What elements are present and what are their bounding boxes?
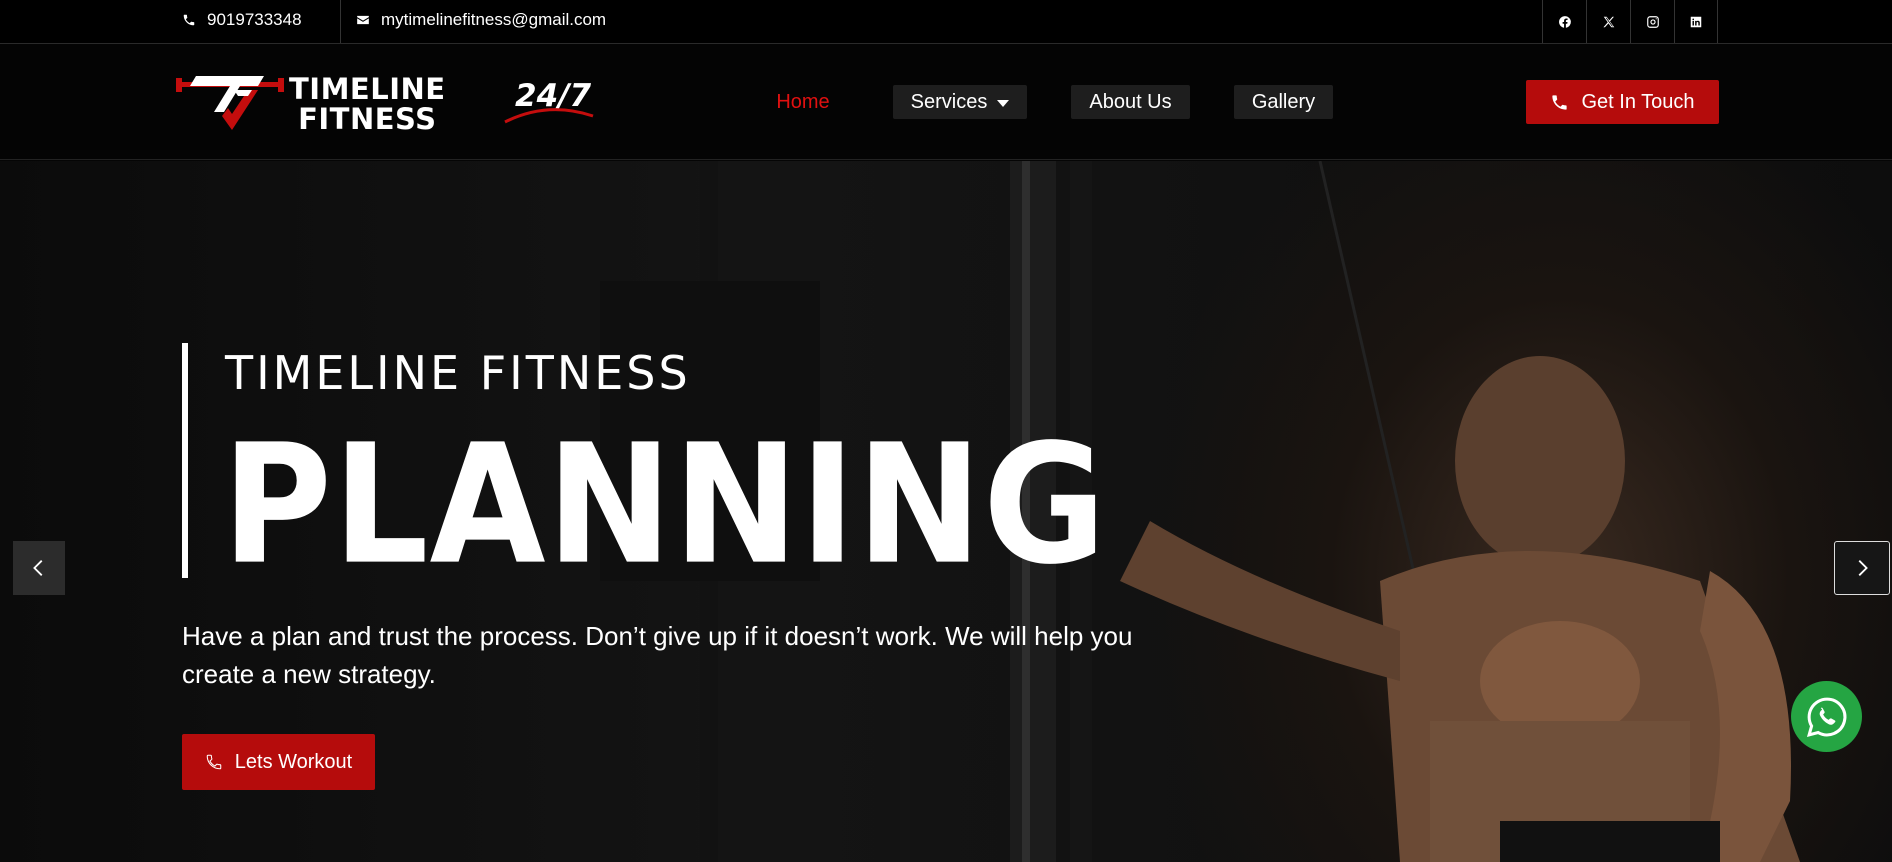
open-24-7-badge: 24/7 — [503, 78, 594, 124]
topbar-divider — [340, 0, 341, 43]
x-link[interactable] — [1586, 0, 1630, 43]
get-in-touch-button[interactable]: Get In Touch — [1526, 80, 1719, 124]
chevron-left-icon — [33, 560, 43, 576]
phone-outline-icon — [206, 754, 222, 770]
whatsapp-icon — [1806, 697, 1846, 737]
get-in-touch-label: Get In Touch — [1581, 90, 1695, 113]
hero-kicker: TIMELINE FITNESS — [225, 346, 691, 400]
nav-gallery[interactable]: Gallery — [1234, 85, 1333, 119]
slider-next-button[interactable] — [1834, 541, 1890, 595]
chevron-right-icon — [1858, 560, 1868, 576]
whatsapp-button[interactable] — [1791, 681, 1862, 752]
linkedin-icon — [1690, 16, 1702, 27]
email-address: mytimelinefitness@gmail.com — [381, 10, 607, 29]
nav-about-us[interactable]: About Us — [1071, 85, 1190, 119]
logo-line-1: TIMELINE — [289, 72, 446, 106]
facebook-link[interactable] — [1542, 0, 1586, 43]
instagram-icon — [1646, 15, 1659, 28]
hero-title: PLANNING — [222, 409, 1108, 602]
linkedin-link[interactable] — [1674, 0, 1718, 43]
instagram-link[interactable] — [1630, 0, 1674, 43]
slider-prev-button[interactable] — [13, 541, 65, 595]
nav-services[interactable]: Services — [893, 85, 1027, 119]
facebook-icon — [1558, 15, 1571, 28]
x-icon — [1602, 16, 1614, 27]
hero-slider: TIMELINE FITNESS PLANNING Have a plan an… — [0, 161, 1892, 862]
swoosh-icon — [504, 108, 594, 124]
logo-emblem-icon — [176, 76, 284, 130]
top-bar: 9019733348 mytimelinefitness@gmail.com — [0, 0, 1892, 44]
hero-description: Have a plan and trust the process. Don’t… — [182, 621, 1133, 689]
nav-home[interactable]: Home — [766, 85, 840, 119]
phone-icon — [183, 14, 195, 26]
social-links — [1542, 0, 1718, 43]
phone-icon — [1552, 94, 1568, 110]
hero-accent-bar — [182, 343, 188, 578]
site-logo[interactable]: TIMELINE FITNESS — [174, 72, 474, 138]
lets-workout-label: Lets Workout — [234, 750, 353, 773]
phone-number: 9019733348 — [207, 10, 302, 29]
caret-down-icon — [997, 99, 1010, 107]
logo-line-2: FITNESS — [298, 102, 437, 136]
logo-text: TIMELINE FITNESS — [289, 74, 446, 134]
email-contact[interactable]: mytimelinefitness@gmail.com — [356, 0, 606, 40]
phone-contact[interactable]: 9019733348 — [182, 0, 302, 40]
lets-workout-button[interactable]: Lets Workout — [182, 734, 375, 790]
nav-services-label: Services — [910, 90, 988, 113]
envelope-icon — [357, 15, 369, 25]
